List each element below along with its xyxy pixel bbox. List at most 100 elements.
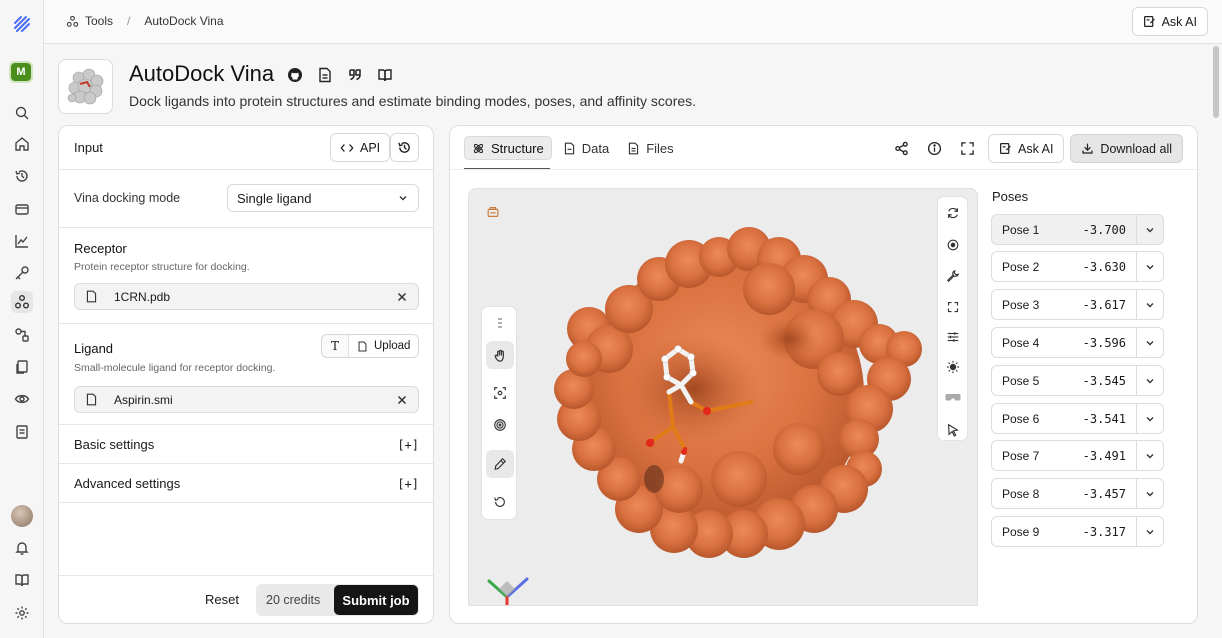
tab-structure[interactable]: Structure <box>464 136 552 160</box>
output-toolbar: Ask AI Download all <box>885 134 1183 163</box>
docking-mode-value: Single ligand <box>237 190 312 206</box>
receptor-file-chip[interactable]: 1CRN.pdb <box>74 283 419 310</box>
ligand-file-chip[interactable]: Aspirin.smi <box>74 386 419 413</box>
citation-quote-icon[interactable] <box>347 67 363 83</box>
pose-item[interactable]: Pose 4 -3.596 <box>991 327 1164 358</box>
tools-icon[interactable] <box>11 291 33 313</box>
pose-item[interactable]: Pose 1 -3.700 <box>991 214 1164 245</box>
download-all-button[interactable]: Download all <box>1070 134 1183 163</box>
settings-gear-icon[interactable] <box>939 231 967 259</box>
chevron-down-icon[interactable] <box>1137 215 1163 244</box>
viewer-eye-icon[interactable] <box>11 388 33 410</box>
target-icon[interactable] <box>486 411 514 439</box>
page-subtitle: Dock ligands into protein structures and… <box>129 93 697 109</box>
code-icon <box>340 143 354 152</box>
pose-score: -3.700 <box>1082 222 1126 237</box>
page-scrollbar[interactable] <box>1213 46 1219 118</box>
drag-handle-icon[interactable] <box>486 309 514 337</box>
wrench-icon[interactable] <box>939 262 967 290</box>
chevron-down-icon[interactable] <box>1137 479 1163 508</box>
ask-ai-icon <box>1143 16 1155 27</box>
documentation-icon[interactable] <box>317 67 333 83</box>
remove-ligand-icon[interactable] <box>396 394 408 406</box>
pose-item[interactable]: Pose 5 -3.545 <box>991 365 1164 396</box>
rotate-hand-icon[interactable] <box>486 341 514 369</box>
org-badge[interactable]: M <box>9 61 33 83</box>
tab-files[interactable]: Files <box>620 136 680 160</box>
reset-button[interactable]: Reset <box>205 592 239 607</box>
docking-mode-row: Vina docking mode Single ligand <box>59 170 433 228</box>
chevron-down-icon[interactable] <box>1137 441 1163 470</box>
ask-ai-button[interactable]: Ask AI <box>1131 7 1208 36</box>
sliders-icon[interactable] <box>939 323 967 351</box>
pose-score: -3.457 <box>1082 486 1126 501</box>
pose-item[interactable]: Pose 6 -3.541 <box>991 403 1164 434</box>
output-ask-ai-button[interactable]: Ask AI <box>987 134 1065 163</box>
submit-job-button[interactable]: Submit job <box>334 585 418 615</box>
protein-surface-render <box>487 227 922 605</box>
book-icon[interactable] <box>377 67 393 83</box>
github-icon[interactable] <box>287 67 303 83</box>
vr-headset-icon[interactable] <box>939 383 967 411</box>
pose-label: Pose 7 <box>1002 448 1040 463</box>
left-rail: M <box>0 0 44 638</box>
api-button[interactable]: API <box>330 133 391 162</box>
output-panel: Structure Data Files Ask AI Download all <box>449 125 1198 624</box>
expand-icon[interactable] <box>939 293 967 321</box>
search-icon[interactable] <box>11 102 33 124</box>
pose-label: Pose 1 <box>1002 222 1040 237</box>
remove-receptor-icon[interactable] <box>396 291 408 303</box>
fullscreen-icon[interactable] <box>951 134 984 163</box>
chevron-down-icon[interactable] <box>1137 366 1163 395</box>
home-icon[interactable] <box>11 133 33 155</box>
pose-label: Pose 9 <box>1002 524 1040 539</box>
pose-item[interactable]: Pose 9 -3.317 <box>991 516 1164 547</box>
output-ask-ai-label: Ask AI <box>1017 141 1054 156</box>
structure-viewer[interactable] <box>468 188 978 606</box>
run-history-button[interactable] <box>390 133 419 162</box>
structure-badge-icon[interactable] <box>486 205 500 219</box>
notes-icon[interactable] <box>11 421 33 443</box>
settings-gear-icon[interactable] <box>11 602 33 624</box>
viewer-left-toolbar <box>481 306 517 520</box>
tools-icon <box>66 15 79 27</box>
reset-view-icon[interactable] <box>486 488 514 516</box>
notifications-bell-icon[interactable] <box>11 537 33 559</box>
analytics-chart-icon[interactable] <box>11 230 33 252</box>
chevron-down-icon[interactable] <box>1137 517 1163 546</box>
billing-card-icon[interactable] <box>11 198 33 220</box>
workflows-icon[interactable] <box>11 324 33 346</box>
files-icon[interactable] <box>11 356 33 378</box>
key-icon[interactable] <box>11 262 33 284</box>
user-avatar[interactable] <box>11 505 33 527</box>
pointer-select-icon[interactable] <box>939 416 967 444</box>
chevron-down-icon[interactable] <box>1137 328 1163 357</box>
spin-icon[interactable] <box>939 199 967 227</box>
lighting-sun-icon[interactable] <box>939 353 967 381</box>
tab-data[interactable]: Data <box>556 136 616 160</box>
share-icon[interactable] <box>885 134 918 163</box>
focus-frame-icon[interactable] <box>486 379 514 407</box>
tab-data-label: Data <box>581 140 610 156</box>
pose-item[interactable]: Pose 2 -3.630 <box>991 251 1164 282</box>
pose-item[interactable]: Pose 7 -3.491 <box>991 440 1164 471</box>
chevron-down-icon[interactable] <box>1137 252 1163 281</box>
breadcrumb-tools-link[interactable]: Tools <box>85 14 113 28</box>
text-input-toggle[interactable]: T <box>322 335 349 357</box>
pose-item[interactable]: Pose 3 -3.617 <box>991 289 1164 320</box>
pose-item[interactable]: Pose 8 -3.457 <box>991 478 1164 509</box>
docking-mode-select[interactable]: Single ligand <box>227 184 419 212</box>
upload-label: Upload <box>374 340 411 352</box>
output-header-divider <box>450 169 1197 170</box>
advanced-settings-toggle[interactable]: Advanced settings [+] <box>59 464 433 503</box>
color-picker-icon[interactable] <box>486 450 514 478</box>
app-logo-icon[interactable] <box>11 13 33 35</box>
basic-settings-toggle[interactable]: Basic settings [+] <box>59 425 433 464</box>
upload-toggle[interactable]: Upload <box>349 335 419 357</box>
history-icon[interactable] <box>11 165 33 187</box>
chevron-down-icon[interactable] <box>1137 290 1163 319</box>
docs-book-icon[interactable] <box>11 569 33 591</box>
info-icon[interactable] <box>918 134 951 163</box>
output-tabs: Structure Data Files <box>464 136 681 160</box>
chevron-down-icon[interactable] <box>1137 404 1163 433</box>
